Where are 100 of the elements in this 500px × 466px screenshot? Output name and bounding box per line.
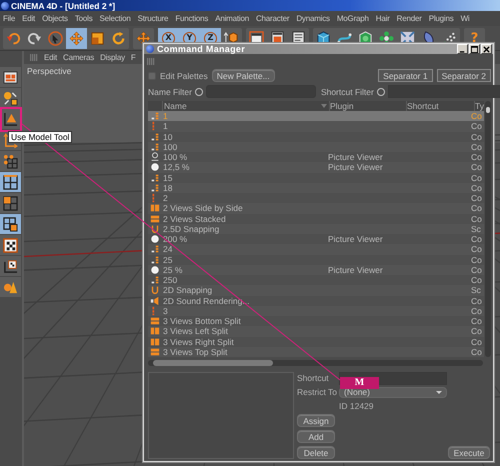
table-row[interactable]: 2.5D Snapping Sc xyxy=(148,224,484,234)
menu-item[interactable]: Objects xyxy=(42,14,68,23)
table-row[interactable]: 3 Views Top Split Co xyxy=(148,346,484,357)
table-row[interactable]: 18 Co xyxy=(148,182,484,193)
table-row[interactable]: 15 Co xyxy=(148,172,484,183)
separator-button[interactable]: Separator 1 xyxy=(378,69,433,82)
mode-button[interactable] xyxy=(0,214,21,234)
menu-item[interactable]: Plugins xyxy=(428,14,454,23)
menu-item[interactable]: Selection xyxy=(100,14,131,23)
table-cell: Co xyxy=(471,234,482,244)
uv-polygons-icon xyxy=(3,216,18,232)
maximize-button[interactable] xyxy=(469,44,480,54)
menu-item[interactable]: Edit xyxy=(22,14,36,23)
bars-icon xyxy=(150,132,160,142)
menu-item[interactable]: Edit xyxy=(44,53,57,62)
filter-label: Shortcut Filter xyxy=(320,86,374,96)
table-row[interactable]: 3 Views Right Split Co xyxy=(148,336,484,347)
table-row[interactable]: 10 Co xyxy=(148,132,484,142)
menu-item[interactable]: Display xyxy=(100,53,125,62)
action-button[interactable]: Delete xyxy=(297,446,335,459)
minimize-button[interactable] xyxy=(457,44,468,54)
grip-icon xyxy=(30,54,38,61)
dot-icon xyxy=(150,162,160,172)
clear-icon[interactable] xyxy=(194,88,203,96)
bars-icon xyxy=(150,142,160,152)
menu-item[interactable]: F xyxy=(130,53,136,62)
tool-button[interactable]: ? xyxy=(464,28,485,48)
table-cell: Sc xyxy=(471,224,481,234)
magnet-icon xyxy=(150,224,160,234)
mode-button[interactable] xyxy=(0,88,21,108)
field-label: Shortcut xyxy=(297,373,330,383)
table-cell: 10 xyxy=(163,132,172,142)
action-button[interactable]: Assign xyxy=(297,414,335,427)
table-row[interactable]: 1 Co xyxy=(148,121,484,132)
table-cell: Picture Viewer xyxy=(328,152,383,162)
redo-icon xyxy=(27,30,42,46)
menu-item[interactable]: Tools xyxy=(74,14,93,23)
table-cell: 2 Views Stacked xyxy=(163,214,226,224)
table-row[interactable]: 3 Views Bottom Split Co xyxy=(148,316,484,326)
horizontal-scrollbar[interactable] xyxy=(148,360,483,366)
close-icon xyxy=(483,46,490,52)
table-row[interactable]: 3 Co xyxy=(148,306,484,316)
close-button[interactable] xyxy=(481,44,492,54)
clear-icon[interactable] xyxy=(376,88,385,96)
menu-item[interactable]: Structure xyxy=(138,14,168,23)
menu-item[interactable]: Functions xyxy=(175,14,208,23)
action-button[interactable]: Add xyxy=(297,430,335,443)
render-region-icon xyxy=(3,70,18,84)
table-cell: 24 xyxy=(163,244,172,254)
mode-button[interactable] xyxy=(0,151,21,171)
table-cell: Picture Viewer xyxy=(328,234,383,244)
menu-item[interactable]: Dynamics xyxy=(296,14,330,23)
table-cell: Co xyxy=(471,132,482,142)
bars-icon xyxy=(150,111,160,122)
mode-button[interactable] xyxy=(0,235,21,255)
table-row[interactable]: 200 % Picture Viewer Co xyxy=(148,234,484,244)
menu-item[interactable]: MoGraph xyxy=(336,14,369,23)
table-cell: 1 xyxy=(163,121,168,132)
restrict-dropdown[interactable]: (None) xyxy=(339,386,447,398)
table-cell: 2 Views Side by Side xyxy=(163,203,243,214)
table-row[interactable]: 24 Co xyxy=(148,244,484,254)
shapes-icon xyxy=(3,280,18,294)
menu-item[interactable]: File xyxy=(3,14,16,23)
vertical-scrollbar[interactable] xyxy=(485,101,491,357)
table-row[interactable]: 100 Co xyxy=(148,142,484,152)
menu-item[interactable]: Character xyxy=(256,14,290,23)
menu-item[interactable]: Render xyxy=(396,14,422,23)
scrollbar-thumb[interactable] xyxy=(153,360,273,366)
table-cell: Co xyxy=(471,142,482,152)
separator-button[interactable]: Separator 2 xyxy=(436,69,491,82)
table-row[interactable]: 100 % Picture Viewer Co xyxy=(148,152,484,162)
mode-button[interactable] xyxy=(0,172,21,192)
table-row[interactable]: 25 Co xyxy=(148,254,484,265)
table-row[interactable]: 12,5 % Picture Viewer Co xyxy=(148,162,484,172)
menu-item[interactable]: Hair xyxy=(376,14,390,23)
table-cell: Co xyxy=(471,254,482,265)
table-row[interactable]: 2D Snapping Sc xyxy=(148,285,484,296)
menu-item[interactable]: Cameras xyxy=(63,53,94,62)
table-cell: 100 xyxy=(163,142,178,152)
edges-icon xyxy=(3,174,18,190)
execute-button[interactable]: Execute xyxy=(448,446,490,459)
mode-button[interactable] xyxy=(0,193,21,213)
table-row[interactable]: 2 Co xyxy=(148,193,484,204)
table-row[interactable]: 250 Co xyxy=(148,275,484,286)
table-cell: Co xyxy=(471,264,482,275)
table-row[interactable]: 3 Views Left Split Co xyxy=(148,326,484,336)
table-cell: Co xyxy=(471,111,482,122)
bars-icon xyxy=(150,244,160,254)
table-cell: 3 Views Bottom Split xyxy=(163,316,241,326)
table-row[interactable]: 2 Views Side by Side Co xyxy=(148,203,484,214)
new-palette-button[interactable]: New Palette... xyxy=(212,69,275,82)
move-icon xyxy=(69,30,84,46)
mode-button[interactable] xyxy=(0,67,21,87)
menu-item[interactable]: Wi xyxy=(460,14,470,23)
checkbox[interactable] xyxy=(148,72,156,80)
table-row[interactable]: 25 % Picture Viewer Co xyxy=(148,264,484,275)
magnifier-icon xyxy=(150,152,160,162)
menu-item[interactable]: Animation xyxy=(215,14,249,23)
table-row[interactable]: 2 Views Stacked Co xyxy=(148,214,484,224)
mode-button[interactable] xyxy=(0,256,21,276)
